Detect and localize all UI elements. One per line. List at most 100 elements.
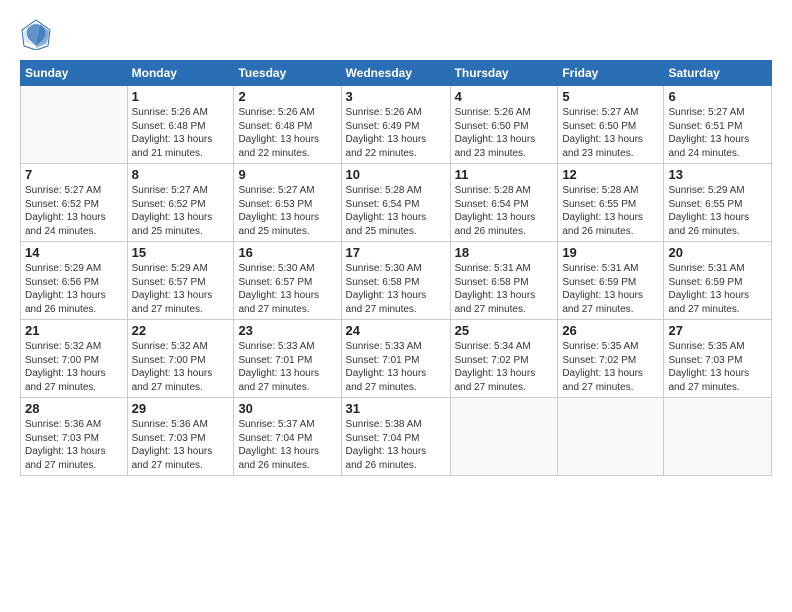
calendar-cell: 2 Sunrise: 5:26 AMSunset: 6:48 PMDaylight… [234,86,341,164]
calendar-cell [664,398,772,476]
calendar-week-row: 7 Sunrise: 5:27 AMSunset: 6:52 PMDaylight… [21,164,772,242]
day-number: 12 [562,167,659,182]
calendar-cell: 10 Sunrise: 5:28 AMSunset: 6:54 PMDayligh… [341,164,450,242]
calendar-cell: 7 Sunrise: 5:27 AMSunset: 6:52 PMDaylight… [21,164,128,242]
day-number: 13 [668,167,767,182]
day-number: 9 [238,167,336,182]
day-info: Sunrise: 5:32 AMSunset: 7:00 PMDaylight:… [132,340,230,394]
day-info: Sunrise: 5:36 AMSunset: 7:03 PMDaylight:… [25,418,123,472]
calendar-week-row: 28 Sunrise: 5:36 AMSunset: 7:03 PMDayligh… [21,398,772,476]
day-number: 21 [25,323,123,338]
calendar-cell: 21 Sunrise: 5:32 AMSunset: 7:00 PMDayligh… [21,320,128,398]
day-info: Sunrise: 5:29 AMSunset: 6:57 PMDaylight:… [132,262,230,316]
calendar-cell: 18Sunrise: 5:31 AMSunset: 6:58 PMDayligh… [450,242,558,320]
calendar-cell: 28 Sunrise: 5:36 AMSunset: 7:03 PMDayligh… [21,398,128,476]
day-info: Sunrise: 5:35 AMSunset: 7:02 PMDaylight:… [562,340,659,394]
calendar-cell: 17 Sunrise: 5:30 AMSunset: 6:58 PMDayligh… [341,242,450,320]
day-info: Sunrise: 5:27 AMSunset: 6:53 PMDaylight:… [238,184,336,238]
day-info: Sunrise: 5:38 AMSunset: 7:04 PMDaylight:… [346,418,446,472]
calendar-cell: 8 Sunrise: 5:27 AMSunset: 6:52 PMDaylight… [127,164,234,242]
day-info: Sunrise: 5:28 AMSunset: 6:54 PMDaylight:… [346,184,446,238]
day-number: 27 [668,323,767,338]
calendar-cell: 13 Sunrise: 5:29 AMSunset: 6:55 PMDayligh… [664,164,772,242]
day-number: 23 [238,323,336,338]
calendar-cell: 6 Sunrise: 5:27 AMSunset: 6:51 PMDaylight… [664,86,772,164]
weekday-header-saturday: Saturday [664,61,772,86]
calendar-week-row: 21 Sunrise: 5:32 AMSunset: 7:00 PMDayligh… [21,320,772,398]
day-info: Sunrise: 5:26 AMSunset: 6:50 PMDaylight:… [455,106,554,160]
day-info: Sunrise: 5:34 AMSunset: 7:02 PMDaylight:… [455,340,554,394]
day-number: 17 [346,245,446,260]
day-number: 19 [562,245,659,260]
day-number: 14 [25,245,123,260]
day-number: 15 [132,245,230,260]
day-number: 7 [25,167,123,182]
weekday-header-thursday: Thursday [450,61,558,86]
calendar-cell: 16 Sunrise: 5:30 AMSunset: 6:57 PMDayligh… [234,242,341,320]
calendar-cell: 12 Sunrise: 5:28 AMSunset: 6:55 PMDayligh… [558,164,664,242]
calendar-table: SundayMondayTuesdayWednesdayThursdayFrid… [20,60,772,476]
day-number: 30 [238,401,336,416]
day-number: 3 [346,89,446,104]
page: SundayMondayTuesdayWednesdayThursdayFrid… [0,0,792,612]
calendar-cell: 1 Sunrise: 5:26 AMSunset: 6:48 PMDaylight… [127,86,234,164]
weekday-header-sunday: Sunday [21,61,128,86]
day-number: 24 [346,323,446,338]
day-info: Sunrise: 5:31 AMSunset: 6:59 PMDaylight:… [562,262,659,316]
day-info: Sunrise: 5:28 AMSunset: 6:55 PMDaylight:… [562,184,659,238]
calendar-cell: 25 Sunrise: 5:34 AMSunset: 7:02 PMDayligh… [450,320,558,398]
logo [20,18,56,50]
day-number: 29 [132,401,230,416]
calendar-cell: 3 Sunrise: 5:26 AMSunset: 6:49 PMDaylight… [341,86,450,164]
day-number: 2 [238,89,336,104]
day-info: Sunrise: 5:37 AMSunset: 7:04 PMDaylight:… [238,418,336,472]
day-info: Sunrise: 5:30 AMSunset: 6:57 PMDaylight:… [238,262,336,316]
weekday-header-wednesday: Wednesday [341,61,450,86]
calendar-cell: 23 Sunrise: 5:33 AMSunset: 7:01 PMDayligh… [234,320,341,398]
day-number: 4 [455,89,554,104]
day-info: Sunrise: 5:27 AMSunset: 6:52 PMDaylight:… [132,184,230,238]
day-number: 11 [455,167,554,182]
calendar-cell [558,398,664,476]
day-number: 1 [132,89,230,104]
day-info: Sunrise: 5:29 AMSunset: 6:55 PMDaylight:… [668,184,767,238]
calendar-cell [450,398,558,476]
calendar-week-row: 1 Sunrise: 5:26 AMSunset: 6:48 PMDaylight… [21,86,772,164]
day-info: Sunrise: 5:32 AMSunset: 7:00 PMDaylight:… [25,340,123,394]
calendar-week-row: 14 Sunrise: 5:29 AMSunset: 6:56 PMDayligh… [21,242,772,320]
day-info: Sunrise: 5:29 AMSunset: 6:56 PMDaylight:… [25,262,123,316]
day-info: Sunrise: 5:27 AMSunset: 6:52 PMDaylight:… [25,184,123,238]
day-number: 6 [668,89,767,104]
day-number: 28 [25,401,123,416]
day-info: Sunrise: 5:33 AMSunset: 7:01 PMDaylight:… [238,340,336,394]
calendar-cell [21,86,128,164]
calendar-cell: 9 Sunrise: 5:27 AMSunset: 6:53 PMDaylight… [234,164,341,242]
day-info: Sunrise: 5:30 AMSunset: 6:58 PMDaylight:… [346,262,446,316]
day-info: Sunrise: 5:31 AMSunset: 6:58 PMDaylight:… [455,262,554,316]
calendar-cell: 11Sunrise: 5:28 AMSunset: 6:54 PMDayligh… [450,164,558,242]
calendar-cell: 4 Sunrise: 5:26 AMSunset: 6:50 PMDaylight… [450,86,558,164]
day-number: 16 [238,245,336,260]
calendar-cell: 14 Sunrise: 5:29 AMSunset: 6:56 PMDayligh… [21,242,128,320]
day-number: 10 [346,167,446,182]
weekday-header-friday: Friday [558,61,664,86]
calendar-header-row: SundayMondayTuesdayWednesdayThursdayFrid… [21,61,772,86]
day-info: Sunrise: 5:26 AMSunset: 6:48 PMDaylight:… [132,106,230,160]
day-info: Sunrise: 5:26 AMSunset: 6:48 PMDaylight:… [238,106,336,160]
logo-icon [20,18,52,50]
day-number: 22 [132,323,230,338]
day-number: 26 [562,323,659,338]
day-info: Sunrise: 5:26 AMSunset: 6:49 PMDaylight:… [346,106,446,160]
calendar-cell: 29 Sunrise: 5:36 AMSunset: 7:03 PMDayligh… [127,398,234,476]
day-number: 20 [668,245,767,260]
day-info: Sunrise: 5:36 AMSunset: 7:03 PMDaylight:… [132,418,230,472]
day-info: Sunrise: 5:31 AMSunset: 6:59 PMDaylight:… [668,262,767,316]
calendar-cell: 19 Sunrise: 5:31 AMSunset: 6:59 PMDayligh… [558,242,664,320]
calendar-cell: 22 Sunrise: 5:32 AMSunset: 7:00 PMDayligh… [127,320,234,398]
weekday-header-monday: Monday [127,61,234,86]
day-number: 8 [132,167,230,182]
calendar-cell: 15 Sunrise: 5:29 AMSunset: 6:57 PMDayligh… [127,242,234,320]
day-info: Sunrise: 5:27 AMSunset: 6:51 PMDaylight:… [668,106,767,160]
day-number: 5 [562,89,659,104]
day-number: 25 [455,323,554,338]
